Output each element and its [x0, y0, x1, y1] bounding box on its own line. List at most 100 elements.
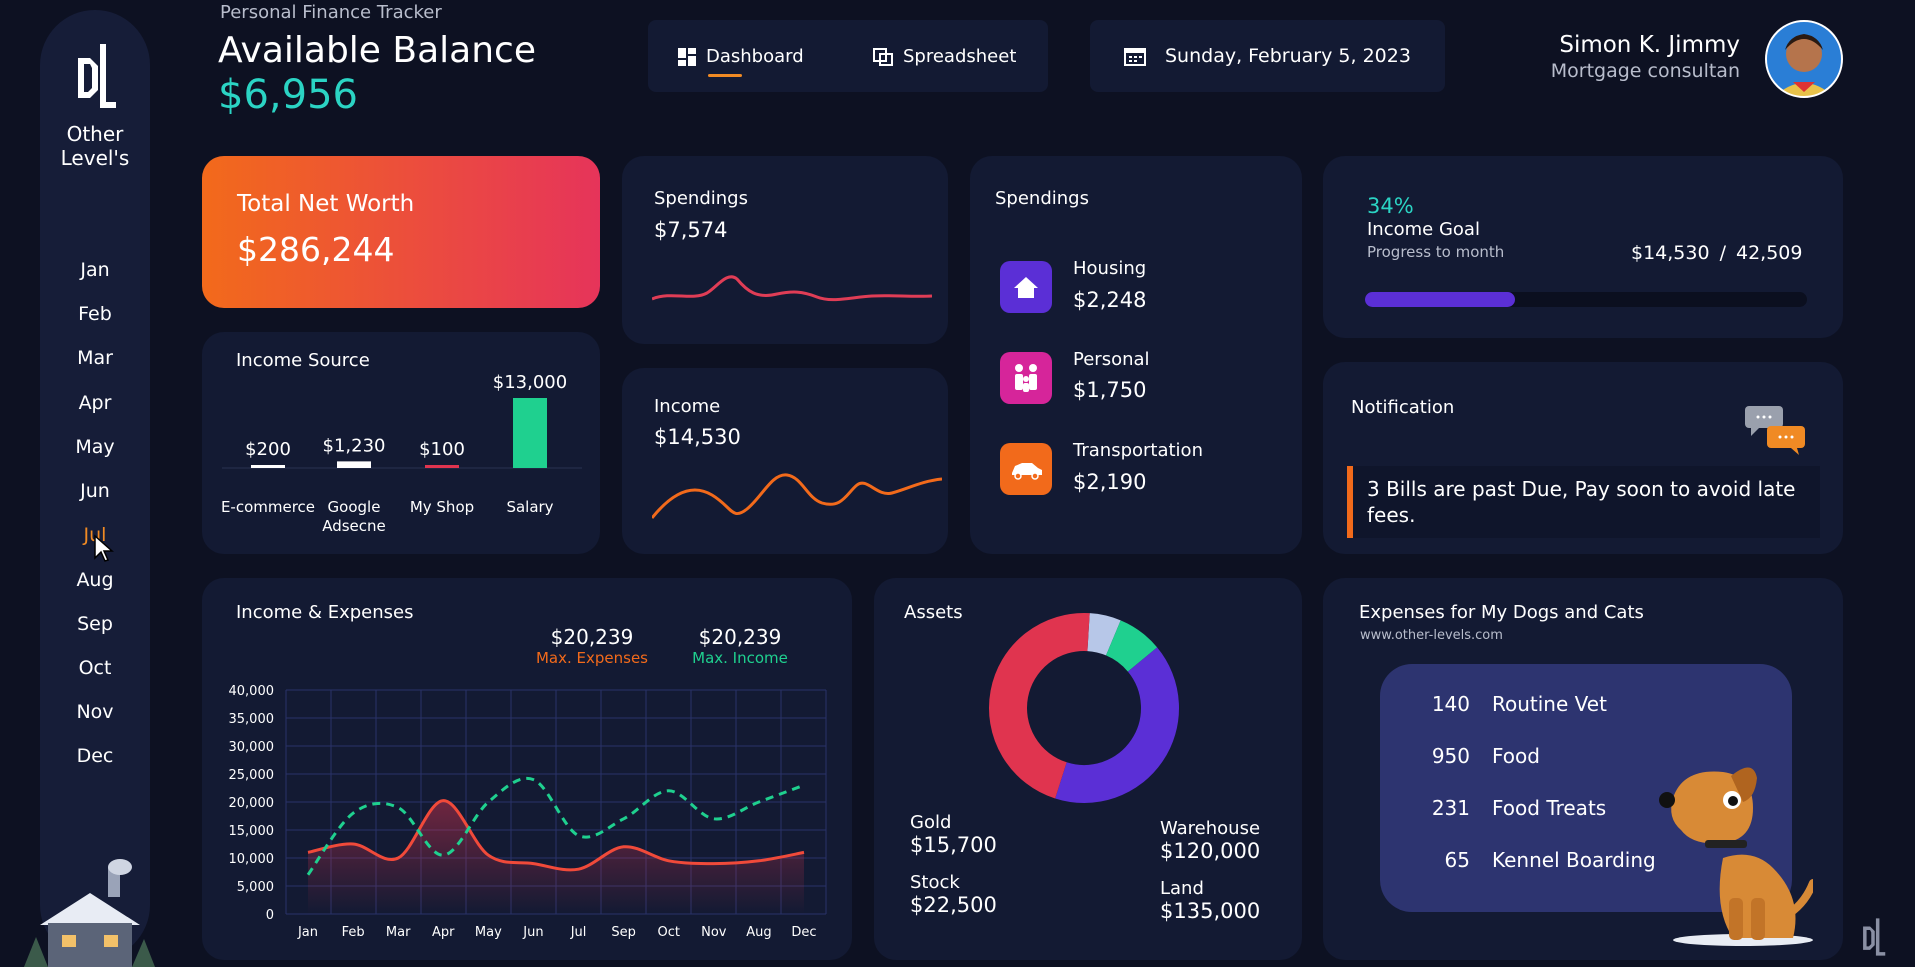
income-source-bar [251, 465, 285, 468]
income-source-card: Income Source $200 E-commerce $1,230 Google… [202, 332, 600, 554]
asset-label: Land [1160, 878, 1204, 899]
month-oct[interactable]: Oct [40, 657, 150, 679]
app-subtitle: Personal Finance Tracker [220, 2, 442, 23]
dashboard-icon [678, 47, 696, 66]
balance-value: $6,956 [218, 72, 358, 118]
month-jun[interactable]: Jun [40, 480, 150, 502]
pet-expense-label: Kennel Boarding [1492, 848, 1656, 872]
user-info: Simon K. Jimmy Mortgage consultan [1520, 32, 1740, 82]
month-feb[interactable]: Feb [40, 303, 150, 325]
housing-icon [1000, 261, 1052, 313]
month-jan[interactable]: Jan [40, 259, 150, 281]
income-goal-amounts: $14,530 / 42,509 [1631, 242, 1802, 264]
y-tick-label: 15,000 [229, 824, 275, 839]
x-tick-label: Feb [342, 925, 365, 940]
income-source-chart: $200 E-commerce $1,230 GoogleAdsecne $100 My … [221, 372, 582, 535]
house-decoration-icon [24, 859, 155, 967]
y-tick-label: 20,000 [229, 796, 275, 811]
x-tick-label: Mar [386, 925, 411, 940]
pet-expense-label: Food [1492, 744, 1540, 768]
asset-gold: Gold $15,700 [910, 812, 997, 857]
asset-label: Warehouse [1160, 818, 1261, 839]
x-tick-label: Aug [746, 925, 771, 940]
tab-spreadsheet[interactable]: Spreadsheet [873, 46, 1016, 67]
y-tick-label: 0 [266, 908, 274, 923]
spendings-card: Spendings $7,574 [622, 156, 948, 344]
asset-label: Stock [910, 872, 960, 893]
asset-value: $120,000 [1160, 839, 1261, 863]
asset-label: Gold [910, 812, 952, 833]
spending-item-label: Transportation [1073, 440, 1203, 461]
income-goal-progress-fill [1365, 292, 1516, 307]
pet-expense-amount: 950 [1431, 744, 1470, 768]
income-goal-card: 34% Income Goal Progress to month $14,53… [1323, 156, 1843, 338]
month-apr[interactable]: Apr [40, 392, 150, 414]
assets-title: Assets [904, 602, 963, 623]
pet-expense-amount: 140 [1431, 692, 1470, 716]
y-tick-label: 30,000 [229, 740, 275, 755]
y-tick-label: 10,000 [229, 852, 275, 867]
asset-land: Land $135,000 [1160, 878, 1260, 923]
dashboard-root: Other Level's Jan Feb Mar Apr May Jun Ju… [0, 0, 1915, 967]
spendings-list-card: Spendings Housing $2,248 Personal $1,750… [970, 156, 1302, 554]
assets-slice-land [989, 613, 1090, 799]
pets-url: www.other-levels.com [1360, 628, 1503, 643]
month-sep[interactable]: Sep [40, 613, 150, 635]
balance-label: Available Balance [218, 30, 536, 71]
income-expenses-card: Income & Expenses $20,239 Max. Expenses … [202, 578, 852, 960]
net-worth-card: Total Net Worth $286,244 [202, 156, 600, 308]
income-source-bar-value: $13,000 [493, 372, 567, 393]
x-tick-label: Jan [297, 925, 318, 940]
income-sparkline [652, 473, 942, 519]
income-goal-current: $14,530 [1631, 242, 1710, 264]
spreadsheet-icon [873, 47, 893, 66]
month-may[interactable]: May [40, 436, 150, 458]
x-tick-label: Nov [701, 925, 727, 940]
pet-expense-label: Food Treats [1492, 796, 1607, 820]
income-goal-title: Income Goal [1367, 219, 1480, 240]
income-source-bar-label: Google [328, 498, 381, 516]
spendings-list-title: Spendings [995, 188, 1089, 209]
pet-expense-amount: 65 [1444, 848, 1470, 872]
spendings-sparkline [652, 275, 932, 302]
y-tick-label: 40,000 [229, 684, 275, 699]
x-tick-label: Apr [432, 925, 455, 940]
date-text: Sunday, February 5, 2023 [1165, 45, 1411, 67]
user-role: Mortgage consultan [1550, 60, 1740, 82]
x-tick-label: Sep [611, 925, 636, 940]
income-goal-subtitle: Progress to month [1367, 243, 1505, 261]
asset-value: $22,500 [910, 893, 997, 917]
y-tick-label: 25,000 [229, 768, 275, 783]
month-mar[interactable]: Mar [40, 347, 150, 369]
month-nov[interactable]: Nov [40, 701, 150, 723]
notification-title: Notification [1351, 397, 1455, 418]
user-avatar[interactable] [1763, 20, 1845, 98]
logo-text-line1: Other [66, 122, 124, 146]
income-source-bar-label: My Shop [410, 498, 474, 516]
month-aug[interactable]: Aug [40, 569, 150, 591]
x-tick-label: Oct [657, 925, 679, 940]
spending-item-label: Personal [1073, 349, 1150, 370]
income-card-label: Income [654, 396, 721, 417]
spending-item-value: $2,248 [1073, 288, 1147, 312]
x-tick-label: May [475, 925, 502, 940]
tab-dashboard-label: Dashboard [706, 46, 804, 67]
spendings-card-label: Spendings [654, 188, 748, 209]
calendar-icon [1124, 48, 1146, 66]
y-tick-label: 35,000 [229, 712, 275, 727]
income-card-value: $14,530 [654, 425, 741, 449]
chat-bubbles-icon [1745, 406, 1805, 455]
pet-expense-amount: 231 [1431, 796, 1470, 820]
month-dec[interactable]: Dec [40, 745, 150, 767]
spending-item-value: $2,190 [1073, 470, 1147, 494]
tab-dashboard[interactable]: Dashboard [678, 46, 804, 67]
view-switcher: Dashboard Spreadsheet [648, 20, 1048, 92]
pets-expenses-card: Expenses for My Dogs and Cats www.other-… [1323, 578, 1843, 960]
notification-message-box[interactable]: 3 Bills are past Due, Pay soon to avoid … [1347, 466, 1820, 538]
mouse-cursor-icon [94, 534, 114, 562]
dog-illustration-icon [1659, 767, 1813, 946]
income-source-bar-value: $1,230 [323, 435, 386, 456]
notification-message: 3 Bills are past Due, Pay soon to avoid … [1367, 477, 1796, 527]
assets-slice-warehouse [1055, 647, 1179, 803]
date-picker[interactable]: Sunday, February 5, 2023 [1090, 20, 1445, 92]
